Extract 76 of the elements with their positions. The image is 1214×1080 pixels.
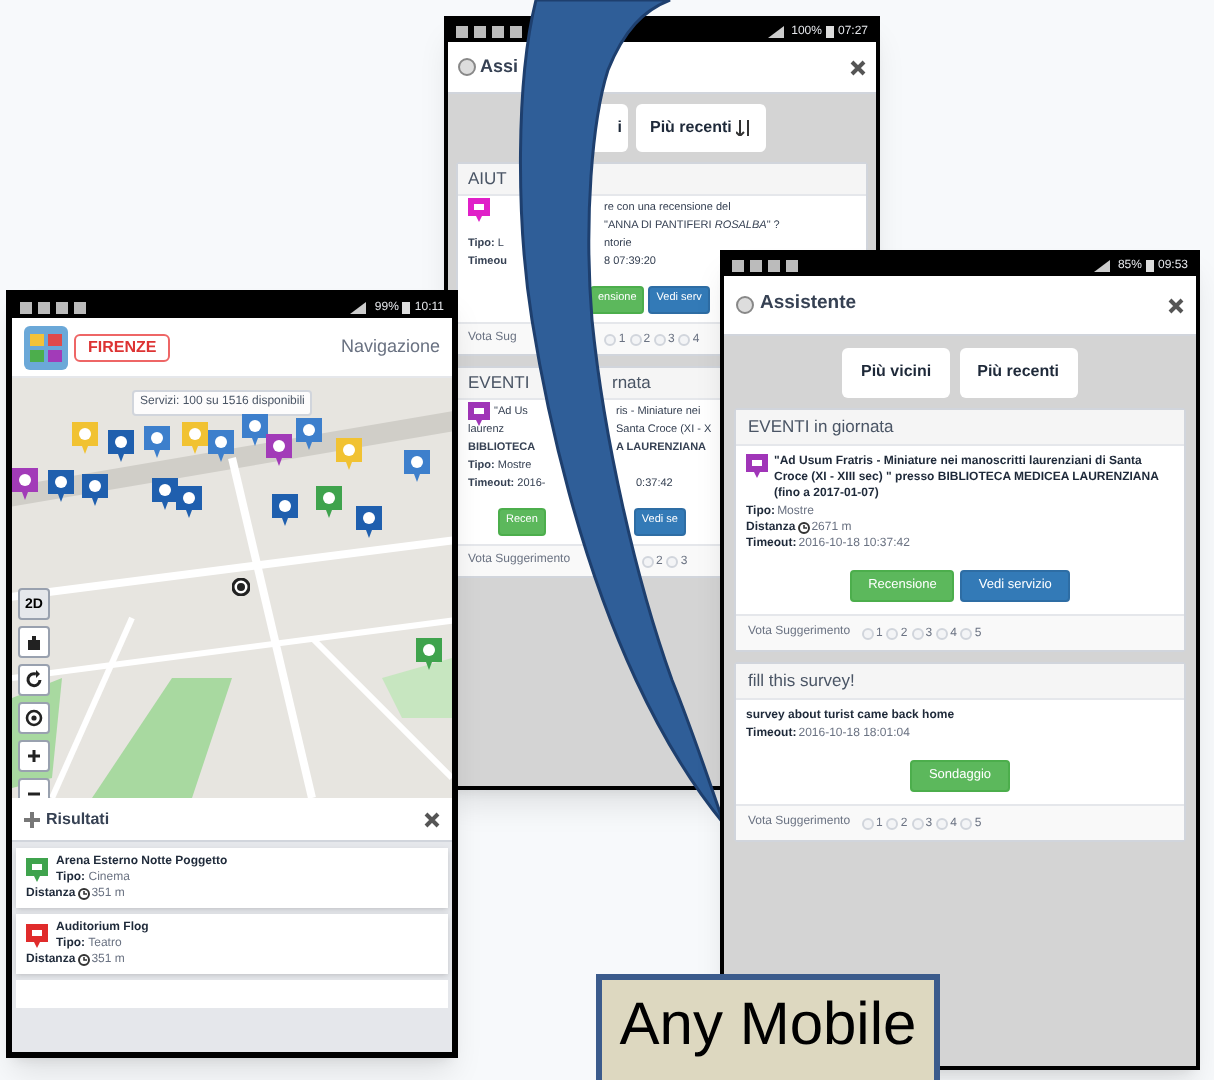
- radio-button[interactable]: [604, 333, 617, 345]
- map-marker-icon: [176, 486, 202, 518]
- map-marker-icon: [272, 494, 298, 526]
- card-title: fill this survey!: [748, 668, 855, 694]
- dialog-title: Assi: [480, 53, 519, 80]
- radio-button[interactable]: [629, 333, 642, 345]
- map-marker-icon: [266, 434, 292, 466]
- radio-button[interactable]: [666, 555, 679, 567]
- tab[interactable]: Più vicini: [842, 347, 950, 397]
- map-marker-icon: [208, 430, 234, 462]
- clock-icon: [77, 888, 90, 900]
- app-logo-icon: [24, 325, 68, 369]
- radio-button[interactable]: [960, 627, 973, 639]
- radio-button[interactable]: [960, 817, 973, 829]
- battery-icon: [825, 25, 834, 37]
- card-title: rnata: [612, 370, 651, 396]
- caption-text: Any Mobile: [619, 996, 917, 1056]
- radio-button[interactable]: [654, 333, 667, 345]
- radio-button[interactable]: [936, 817, 949, 829]
- radio-button[interactable]: [911, 627, 924, 639]
- battery-icon: [402, 301, 411, 313]
- card-title: EVENTI: [468, 370, 532, 396]
- dialog-title: Assistente: [760, 290, 857, 319]
- clock-icon: [77, 954, 90, 966]
- hand-button[interactable]: [18, 626, 50, 658]
- radio-button[interactable]: [678, 333, 691, 345]
- map-marker-icon: [242, 414, 268, 446]
- map-marker-icon: [152, 478, 178, 510]
- map-marker-icon: [404, 450, 430, 482]
- sort-icon: [735, 120, 752, 136]
- map-marker-icon: [144, 426, 170, 458]
- result-card[interactable]: [16, 980, 448, 1008]
- zoom-in-icon: [22, 744, 46, 768]
- signal-icon: [1093, 259, 1114, 271]
- radio-button[interactable]: [911, 817, 924, 829]
- map-marker-icon: [296, 418, 322, 450]
- signal-icon: [350, 301, 371, 313]
- close-icon: [424, 811, 440, 827]
- clock-icon: [797, 522, 810, 534]
- radio-button[interactable]: [886, 817, 899, 829]
- tab[interactable]: Più recenti: [636, 104, 766, 152]
- signal-icon: [767, 25, 788, 37]
- battery-icon: [1145, 259, 1154, 271]
- radio-button[interactable]: [886, 627, 899, 639]
- target-icon: [22, 706, 46, 730]
- zoom-in-button[interactable]: [18, 740, 50, 772]
- refresh-icon: [22, 668, 46, 692]
- radio-button[interactable]: [862, 627, 875, 639]
- map-marker-icon: [416, 638, 442, 670]
- map-marker-icon: [182, 422, 208, 454]
- tab[interactable]: Più recenti: [959, 347, 1078, 397]
- category-icon: [26, 858, 48, 882]
- category-icon: [26, 924, 48, 948]
- location-icon: [232, 578, 250, 596]
- close-icon: [1168, 297, 1184, 313]
- screen-title: Navigazione: [340, 333, 440, 360]
- radio-button[interactable]: [642, 555, 655, 567]
- map-marker-icon: [82, 474, 108, 506]
- radio-button[interactable]: [862, 817, 875, 829]
- close-icon: [850, 59, 866, 75]
- city-label: FIRENZE: [74, 333, 171, 361]
- map-marker-icon: [108, 430, 134, 462]
- map-marker-icon: [48, 470, 74, 502]
- refresh-button[interactable]: [18, 664, 50, 696]
- map-marker-icon: [72, 422, 98, 454]
- map-marker-icon: [356, 506, 382, 538]
- target-button[interactable]: [18, 702, 50, 734]
- panel-title: Risultati: [46, 807, 110, 831]
- category-icon: [746, 454, 768, 478]
- expand-icon: [24, 811, 40, 827]
- map-marker-icon: [316, 486, 342, 518]
- card-title: EVENTI in giornata: [748, 414, 894, 440]
- card-title: AIUT: [468, 166, 509, 192]
- radio-button[interactable]: [936, 627, 949, 639]
- map-marker-icon: [336, 438, 362, 470]
- map-marker-icon: [12, 468, 38, 500]
